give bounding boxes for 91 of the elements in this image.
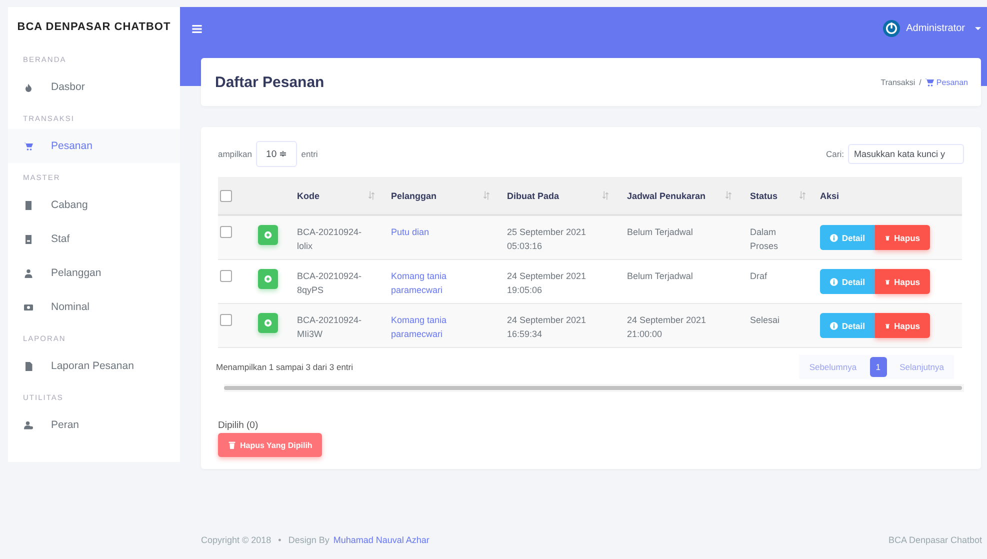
order-code: BCA-20210924-8qyPS — [297, 270, 363, 297]
expand-button[interactable] — [258, 313, 278, 333]
fire-icon — [24, 82, 33, 92]
users-icon — [24, 420, 33, 430]
length-label: ampilkan — [218, 149, 252, 159]
power-icon — [883, 20, 900, 37]
info-icon — [830, 322, 838, 330]
user-icon — [24, 268, 33, 278]
cart-icon — [925, 78, 934, 86]
money-icon — [24, 302, 33, 312]
checkbox[interactable] — [220, 314, 232, 326]
sidebar-item[interactable]: Dasbor — [8, 70, 180, 104]
previous-link[interactable]: Sebelumnya — [805, 362, 861, 372]
sidebar-item[interactable]: Peran — [8, 408, 180, 442]
next-link[interactable]: Selanjutnya — [896, 362, 948, 372]
delete-selected-button[interactable]: Hapus Yang Dipilih — [218, 433, 322, 457]
status-text: Draf — [750, 270, 768, 283]
column-header[interactable]: Jadwal Penukaran — [627, 190, 706, 200]
sort-icon — [799, 191, 806, 200]
brand-title: BCA DENPASAR CHATBOT — [16, 20, 172, 35]
sidebar-item[interactable]: Nominal — [8, 290, 180, 324]
order-code: BCA-20210924-lolix — [297, 226, 363, 253]
user-menu[interactable]: Administrator — [883, 20, 981, 37]
checkbox[interactable] — [220, 270, 232, 282]
plus-circle-icon — [264, 319, 272, 327]
column-header[interactable]: Aksi — [820, 190, 840, 200]
sidebar-item[interactable]: Laporan Pesanan — [8, 349, 180, 383]
sidebar-item[interactable]: Pelanggan — [8, 256, 180, 290]
column-header[interactable]: Status — [750, 190, 778, 200]
scrollbar[interactable] — [224, 384, 964, 392]
scrollbar-thumb[interactable] — [224, 386, 962, 390]
app-name: BCA Denpasar Chatbot — [888, 534, 982, 544]
detail-button[interactable]: Detail — [820, 313, 875, 338]
status-text: Selesai — [750, 314, 781, 327]
search-field[interactable]: Masukkan kata kunci y — [848, 144, 964, 164]
caret-icon — [975, 26, 981, 30]
checkbox[interactable] — [220, 190, 232, 202]
trash-icon — [228, 441, 236, 449]
customer-link[interactable]: Komang tania paramecwari — [391, 313, 486, 341]
sidebar-item[interactable]: Pesanan — [8, 129, 180, 163]
sort-icon — [368, 191, 375, 200]
customer-link[interactable]: Komang tania paramecwari — [391, 269, 486, 297]
info-icon — [830, 278, 838, 286]
length-label: entri — [301, 149, 318, 159]
breadcrumb-item[interactable]: Transaksi — [880, 78, 916, 86]
copyright-text: Copyright © 2018 — [201, 534, 272, 544]
table-cell-text: Belum Terjadwal — [627, 270, 694, 283]
customer-link[interactable]: Putu dian — [391, 225, 486, 239]
sort-icon — [483, 191, 490, 200]
sort-icon — [602, 191, 609, 200]
column-header[interactable]: Dibuat Pada — [507, 190, 560, 200]
detail-button[interactable]: Detail — [820, 225, 875, 250]
expand-button[interactable] — [258, 225, 278, 245]
sidebar-item[interactable]: Staf — [8, 222, 180, 256]
plus-circle-icon — [264, 275, 272, 283]
column-header[interactable]: Kode — [297, 190, 320, 200]
author-link[interactable]: Muhamad Nauval Azhar — [333, 534, 430, 544]
info-icon — [830, 234, 838, 242]
plus-circle-icon — [264, 231, 272, 239]
order-code: BCA-20210924-MIi3W — [297, 314, 363, 341]
sidebar-item[interactable]: Cabang — [8, 188, 180, 222]
file-icon — [24, 362, 33, 370]
table-cell-text: 24 September 2021 16:59:34 — [507, 314, 588, 341]
length-select[interactable]: 10 ≑ — [256, 141, 298, 167]
page-button[interactable]: 1 — [870, 357, 887, 377]
status-text: Dalam Proses — [750, 226, 780, 253]
detail-button[interactable]: Detail — [820, 269, 875, 294]
page-title: Daftar Pesanan — [215, 74, 324, 90]
table-cell-text: Belum Terjadwal — [627, 226, 694, 239]
breadcrumb-link[interactable]: Pesanan — [925, 78, 968, 86]
table-cell-text: 24 September 2021 19:05:06 — [507, 270, 588, 297]
menu-icon — [192, 24, 202, 32]
table-cell-text: 25 September 2021 05:03:16 — [507, 226, 588, 253]
cart-icon — [24, 142, 33, 150]
selected-count: Dipilih (0) — [218, 420, 260, 431]
bullet-separator: • — [277, 534, 282, 544]
table-info: Menampilkan 1 sampai 3 dari 3 entri — [216, 362, 354, 372]
delete-button[interactable]: Hapus — [875, 225, 930, 250]
delete-button[interactable]: Hapus — [875, 313, 930, 338]
column-header[interactable]: Pelanggan — [391, 190, 437, 200]
table-cell-text: 24 September 2021 21:00:00 — [627, 314, 708, 341]
breadcrumb-separator: / — [919, 78, 922, 86]
checkbox[interactable] — [220, 226, 232, 238]
design-credit: Design By — [288, 534, 330, 544]
delete-button[interactable]: Hapus — [875, 269, 930, 294]
search-label: Cari: — [826, 149, 844, 159]
trash-icon — [885, 234, 890, 242]
expand-button[interactable] — [258, 269, 278, 289]
trash-icon — [885, 278, 890, 286]
trash-icon — [885, 322, 890, 330]
sort-icon — [725, 191, 732, 200]
